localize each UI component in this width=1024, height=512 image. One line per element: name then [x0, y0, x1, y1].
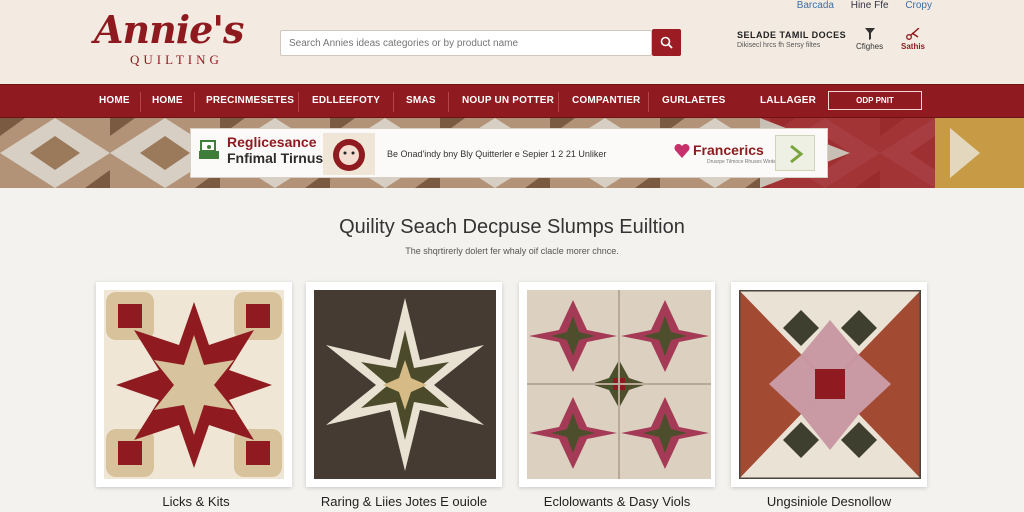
- nav-divider: [558, 92, 559, 112]
- logo-subtitle: QUILTING: [130, 52, 223, 67]
- search-button[interactable]: [652, 29, 681, 56]
- account-title: SELADE TAMIL DOCES: [737, 30, 847, 40]
- quilt-image-1: [104, 290, 284, 479]
- brand-logo[interactable]: Annie's QUILTING: [94, 10, 244, 70]
- chevron-right-icon: [790, 144, 804, 164]
- nav-box-button[interactable]: ODP PNIT: [828, 91, 922, 110]
- nav-divider: [194, 92, 195, 112]
- top-link-1[interactable]: Barcada: [797, 0, 834, 11]
- quilt-image-3: [527, 290, 711, 479]
- search-box: [280, 30, 652, 56]
- banner-title-line1: Reglicesance: [227, 134, 317, 150]
- top-link-2[interactable]: Hine Ffe: [851, 0, 889, 11]
- search-icon: [660, 36, 673, 49]
- quilt-image-4: [739, 290, 921, 479]
- product-card[interactable]: [96, 282, 292, 487]
- banner-brand-sub: Drusrpe Tilmoce Rhuses Wirde: [707, 159, 777, 165]
- card-label-2[interactable]: Raring & Liies Jotes E ouiole: [294, 494, 514, 509]
- nav-item-5[interactable]: SMAS: [406, 95, 436, 106]
- banner-arrow-button[interactable]: [775, 135, 815, 171]
- promo-banner[interactable]: Reglicesance Fnfimal Tirnus Be Onad'indy…: [190, 128, 828, 178]
- util-button-filter[interactable]: Cfighes: [856, 28, 883, 51]
- util-button-scissors[interactable]: Sathis: [901, 28, 925, 51]
- top-link-3[interactable]: Cropy: [905, 0, 932, 11]
- quilt-image-2: [314, 290, 496, 479]
- nav-item-6[interactable]: NOUP UN POTTER: [462, 95, 554, 106]
- account-link[interactable]: SELADE TAMIL DOCES Dikisecl hrcs fh Sers…: [737, 30, 847, 49]
- section-title: Quility Seach Decpuse Slumps Euiltion: [339, 216, 685, 238]
- card-label-1[interactable]: Licks & Kits: [86, 494, 306, 509]
- scissors-icon: [906, 28, 920, 40]
- sewing-machine-icon: [199, 140, 219, 159]
- banner-text: Be Onad'indy bny Bly Quitterler e Sepier…: [387, 149, 607, 159]
- util-label-scissors: Sathis: [901, 42, 926, 51]
- site-header: Annie's QUILTING Barcada Hine Ffe Cropy …: [0, 0, 1024, 84]
- logo-wordmark: Annie's: [94, 7, 244, 52]
- nav-item-home[interactable]: HOME: [99, 95, 130, 106]
- nav-item-7[interactable]: COMPANTIER: [572, 95, 640, 106]
- card-label-3[interactable]: Eclolowants & Dasy Viols: [507, 494, 727, 509]
- brand-logo-icon: [674, 143, 690, 158]
- product-card[interactable]: [731, 282, 927, 487]
- nav-divider: [298, 92, 299, 112]
- product-card[interactable]: [519, 282, 715, 487]
- nav-item-8[interactable]: GURLAETES: [662, 95, 725, 106]
- nav-divider: [448, 92, 449, 112]
- nav-divider: [393, 92, 394, 112]
- nav-divider: [140, 92, 141, 112]
- funnel-icon: [864, 28, 875, 40]
- util-label-filter: Cfighes: [856, 42, 884, 51]
- main-nav: HOME HOME PRECINMESETES EDLLEEFOTY SMAS …: [0, 84, 1024, 118]
- top-links: Barcada Hine Ffe Cropy: [783, 0, 932, 11]
- section-subtitle: The shqrtirerly dolert fer whaly oif cla…: [405, 246, 619, 256]
- nav-divider: [648, 92, 649, 112]
- banner-brand: Francerics: [693, 142, 764, 158]
- nav-item-home-2[interactable]: HOME: [152, 95, 183, 106]
- mascot-icon: [323, 133, 375, 175]
- nav-item-4[interactable]: EDLLEEFOTY: [312, 95, 380, 106]
- card-label-4[interactable]: Ungsiniole Desnollow: [719, 494, 939, 509]
- product-card[interactable]: [306, 282, 502, 487]
- nav-item-9[interactable]: LALLAGER: [760, 95, 816, 106]
- search-input[interactable]: [281, 31, 651, 55]
- nav-item-3[interactable]: PRECINMESETES: [206, 95, 294, 106]
- account-subtitle: Dikisecl hrcs fh Sersy filtes: [737, 42, 821, 49]
- banner-title-line2: Fnfimal Tirnus: [227, 150, 324, 166]
